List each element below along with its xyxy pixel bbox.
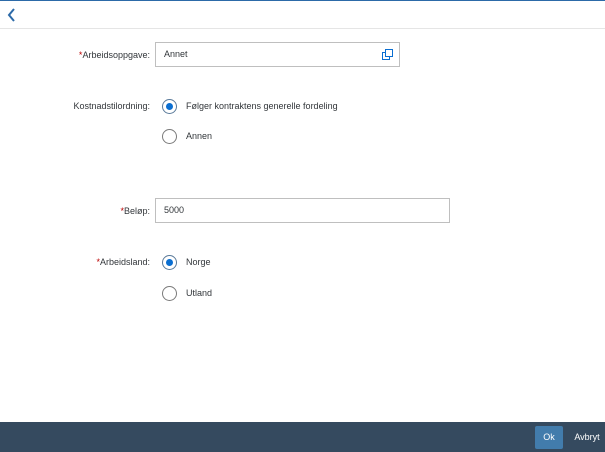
radio-button-selected[interactable] [162, 98, 177, 114]
work-country-label: *Arbeidsland: [0, 256, 150, 268]
radio-button[interactable] [162, 285, 177, 301]
top-bar [0, 0, 605, 29]
ok-button[interactable]: Ok [535, 426, 563, 449]
work-country-label-text: Arbeidsland: [99, 257, 150, 267]
radio-country-norway[interactable]: Norge [162, 253, 211, 271]
footer-toolbar: Ok Avbryt [0, 422, 605, 452]
back-button[interactable] [3, 6, 21, 24]
value-help-icon[interactable] [382, 49, 393, 60]
radio-cost-other[interactable]: Annen [162, 127, 212, 145]
amount-label: *Beløp: [0, 205, 150, 217]
radio-label: Utland [186, 288, 213, 298]
cancel-button[interactable]: Avbryt [569, 426, 605, 449]
cost-allocation-label: Kostnadstilordning: [73, 101, 150, 111]
radio-label: Følger kontraktens generelle fordeling [186, 101, 338, 111]
task-label-text: Arbeidsoppgave: [82, 50, 150, 60]
task-label: *Arbeidsoppgave: [0, 49, 150, 61]
radio-button-selected[interactable] [162, 254, 177, 270]
radio-country-abroad[interactable]: Utland [162, 284, 212, 302]
radio-button[interactable] [162, 128, 177, 144]
radio-cost-contract-distribution[interactable]: Følger kontraktens generelle fordeling [162, 97, 338, 115]
task-input[interactable]: Annet [155, 42, 400, 67]
amount-input-value: 5000 [164, 205, 185, 215]
chevron-left-icon [7, 8, 15, 22]
radio-label: Norge [186, 257, 211, 267]
amount-input[interactable]: 5000 [155, 198, 450, 223]
amount-label-text: Beløp: [123, 206, 150, 216]
task-input-value: Annet [164, 49, 188, 59]
radio-label: Annen [186, 131, 213, 141]
